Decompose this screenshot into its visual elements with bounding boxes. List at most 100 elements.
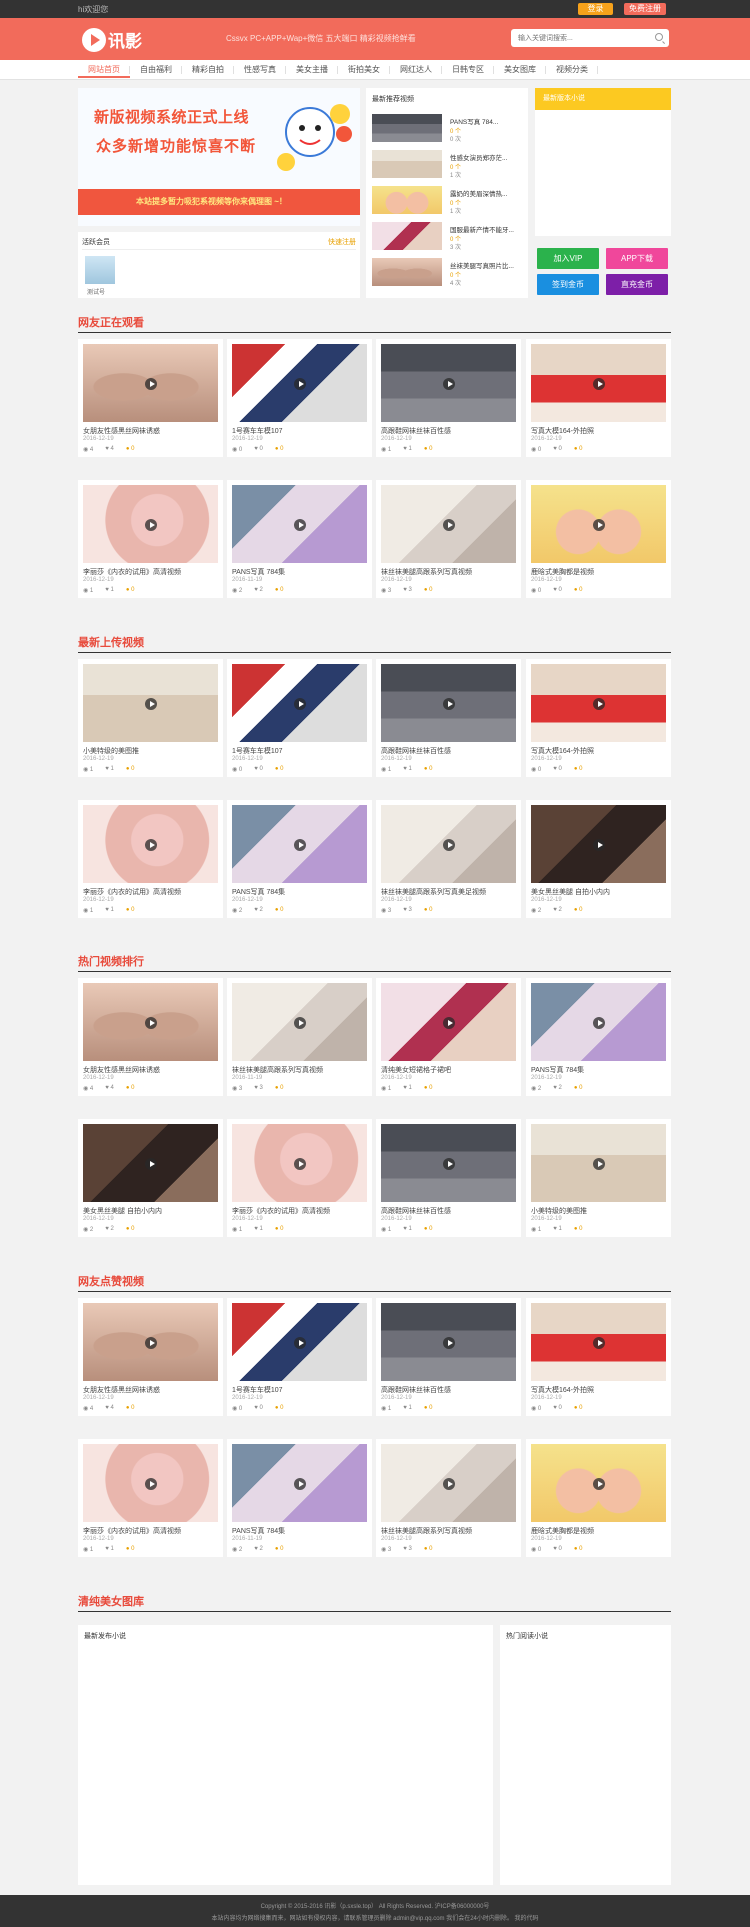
nav-anchor[interactable]: 美女主播: [286, 62, 338, 78]
recent-item-title[interactable]: 丝袜美腿写真照片比...: [450, 260, 514, 270]
video-title[interactable]: 李丽莎《内衣的试用》高清视频: [83, 887, 218, 897]
video-thumbnail[interactable]: [531, 1124, 666, 1202]
login-button[interactable]: 登录: [578, 3, 613, 15]
nav-photo[interactable]: 性感写真: [234, 62, 286, 78]
play-icon[interactable]: [145, 519, 157, 531]
recent-item-title[interactable]: 露奶的美眉深情热...: [450, 188, 507, 198]
video-card[interactable]: 李丽莎《内衣的试用》高清视频 2016-12-19 ◉ 1 ♥ 1 ● 0: [78, 480, 223, 598]
likes-count[interactable]: ♥ 0: [254, 766, 263, 773]
search-icon[interactable]: [655, 33, 663, 41]
recent-item-title[interactable]: 性感女演员郑亦茫...: [450, 152, 507, 162]
video-title[interactable]: PANS写真 784集: [232, 1526, 367, 1536]
play-icon[interactable]: [145, 698, 157, 710]
video-thumbnail[interactable]: [83, 485, 218, 563]
likes-count[interactable]: ♥ 4: [105, 1405, 114, 1412]
video-thumbnail[interactable]: [381, 344, 516, 422]
video-thumbnail[interactable]: [83, 664, 218, 742]
video-title[interactable]: 美女黑丝美腿 自拍小内内: [83, 1206, 218, 1216]
video-title[interactable]: 李丽莎《内衣的试用》高清视频: [232, 1206, 367, 1216]
play-icon[interactable]: [294, 378, 306, 390]
likes-count[interactable]: ♥ 1: [403, 1226, 412, 1233]
likes-count[interactable]: ♥ 1: [105, 766, 114, 773]
play-icon[interactable]: [145, 1158, 157, 1170]
recent-thumb[interactable]: [372, 222, 442, 250]
video-title[interactable]: 袜丝袜美腿高跟系列写真视频: [381, 1526, 516, 1536]
video-title[interactable]: 袜丝袜美腿高跟系列写真视频: [381, 567, 516, 577]
likes-count[interactable]: ♥ 2: [254, 1546, 263, 1553]
app-download-button[interactable]: APP下载: [606, 248, 668, 269]
recent-item[interactable]: 国服最新产情不能牙... 0 个 3 次: [372, 222, 528, 252]
play-icon[interactable]: [443, 1337, 455, 1349]
play-icon[interactable]: [294, 1017, 306, 1029]
video-card[interactable]: 清纯美女短裙格子裙吧 2016-12-19 ◉ 1 ♥ 1 ● 0: [376, 978, 521, 1096]
video-card[interactable]: 写真大模164-外拍照 2016-12-19 ◉ 0 ♥ 0 ● 0: [526, 659, 671, 777]
video-card[interactable]: 美女黑丝美腿 自拍小内内 2016-12-19 ◉ 2 ♥ 2 ● 0: [78, 1119, 223, 1237]
video-thumbnail[interactable]: [232, 344, 367, 422]
video-title[interactable]: 女朋友性感黑丝网袜诱惑: [83, 1385, 218, 1395]
video-title[interactable]: 鹿晗式美胸都是视频: [531, 567, 666, 577]
join-vip-button[interactable]: 加入VIP: [537, 248, 599, 269]
video-thumbnail[interactable]: [381, 805, 516, 883]
likes-count[interactable]: ♥ 0: [254, 1405, 263, 1412]
video-thumbnail[interactable]: [531, 664, 666, 742]
play-icon[interactable]: [593, 1478, 605, 1490]
video-title[interactable]: 1号赛车车模107: [232, 1385, 367, 1395]
recent-item[interactable]: 丝袜美腿写真照片比... 0 个 4 次: [372, 258, 528, 288]
video-thumbnail[interactable]: [232, 664, 367, 742]
quick-register-link[interactable]: 快速注册: [328, 237, 356, 247]
play-icon[interactable]: [593, 378, 605, 390]
recent-thumb[interactable]: [372, 150, 442, 178]
likes-count[interactable]: ♥ 1: [403, 446, 412, 453]
video-title[interactable]: 高跟鞋网袜丝袜百性感: [381, 1206, 516, 1216]
likes-count[interactable]: ♥ 0: [553, 1546, 562, 1553]
video-title[interactable]: 小美特级的美图推: [531, 1206, 666, 1216]
video-card[interactable]: 1号赛车车模107 2016-12-19 ◉ 0 ♥ 0 ● 0: [227, 339, 372, 457]
video-card[interactable]: 高跟鞋网袜丝袜百性感 2016-12-19 ◉ 1 ♥ 1 ● 0: [376, 659, 521, 777]
video-title[interactable]: 写真大模164-外拍照: [531, 746, 666, 756]
likes-count[interactable]: ♥ 2: [553, 907, 562, 914]
likes-count[interactable]: ♥ 4: [105, 446, 114, 453]
likes-count[interactable]: ♥ 3: [403, 587, 412, 594]
register-button[interactable]: 免费注册: [624, 3, 666, 15]
play-icon[interactable]: [593, 519, 605, 531]
video-card[interactable]: 女朋友性感黑丝网袜诱惑 2016-12-19 ◉ 4 ♥ 4 ● 0: [78, 1298, 223, 1416]
likes-count[interactable]: ♥ 2: [254, 907, 263, 914]
sign-in-coins-button[interactable]: 签到金币: [537, 274, 599, 295]
recent-thumb[interactable]: [372, 114, 442, 142]
nav-street[interactable]: 街拍美女: [338, 62, 390, 78]
likes-count[interactable]: ♥ 1: [254, 1226, 263, 1233]
video-title[interactable]: 李丽莎《内衣的试用》高清视频: [83, 1526, 218, 1536]
video-thumbnail[interactable]: [232, 485, 367, 563]
play-icon[interactable]: [145, 1478, 157, 1490]
video-title[interactable]: 清纯美女短裙格子裙吧: [381, 1065, 516, 1075]
member-name[interactable]: 测试号: [87, 287, 105, 296]
video-title[interactable]: PANS写真 784集: [232, 887, 367, 897]
video-card[interactable]: 1号赛车车模107 2016-12-19 ◉ 0 ♥ 0 ● 0: [227, 1298, 372, 1416]
video-card[interactable]: 袜丝袜美腿高跟系列写真视频 2016-12-19 ◉ 3 ♥ 3 ● 0: [376, 480, 521, 598]
nav-home[interactable]: 网站首页: [78, 62, 130, 78]
play-icon[interactable]: [145, 378, 157, 390]
likes-count[interactable]: ♥ 3: [254, 1085, 263, 1092]
video-card[interactable]: 袜丝袜美腿高跟系列写真视频 2016-12-19 ◉ 3 ♥ 3 ● 0: [376, 1439, 521, 1557]
video-title[interactable]: 袜丝袜美腿高跟系列写真视频: [232, 1065, 367, 1075]
play-icon[interactable]: [145, 1017, 157, 1029]
video-thumbnail[interactable]: [531, 983, 666, 1061]
video-card[interactable]: 鹿晗式美胸都是视频 2016-12-19 ◉ 0 ♥ 0 ● 0: [526, 1439, 671, 1557]
video-title[interactable]: 高跟鞋网袜丝袜百性感: [381, 1385, 516, 1395]
video-title[interactable]: 写真大模164-外拍照: [531, 426, 666, 436]
likes-count[interactable]: ♥ 1: [105, 1546, 114, 1553]
video-card[interactable]: PANS写真 784集 2016-11-19 ◉ 2 ♥ 2 ● 0: [227, 1439, 372, 1557]
likes-count[interactable]: ♥ 1: [553, 1226, 562, 1233]
site-logo[interactable]: 讯影: [82, 27, 142, 52]
video-card[interactable]: 小美特级的美图推 2016-12-19 ◉ 1 ♥ 1 ● 0: [78, 659, 223, 777]
video-thumbnail[interactable]: [83, 1124, 218, 1202]
video-card[interactable]: 袜丝袜美腿高跟系列写真美足视频 2016-12-19 ◉ 3 ♥ 3 ● 0: [376, 800, 521, 918]
video-card[interactable]: PANS写真 784集 2016-11-19 ◉ 2 ♥ 2 ● 0: [227, 480, 372, 598]
video-thumbnail[interactable]: [381, 1124, 516, 1202]
likes-count[interactable]: ♥ 4: [105, 1085, 114, 1092]
play-icon[interactable]: [443, 1158, 455, 1170]
likes-count[interactable]: ♥ 0: [254, 446, 263, 453]
video-title[interactable]: 女朋友性感黑丝网袜诱惑: [83, 426, 218, 436]
video-thumbnail[interactable]: [232, 1124, 367, 1202]
video-thumbnail[interactable]: [83, 983, 218, 1061]
